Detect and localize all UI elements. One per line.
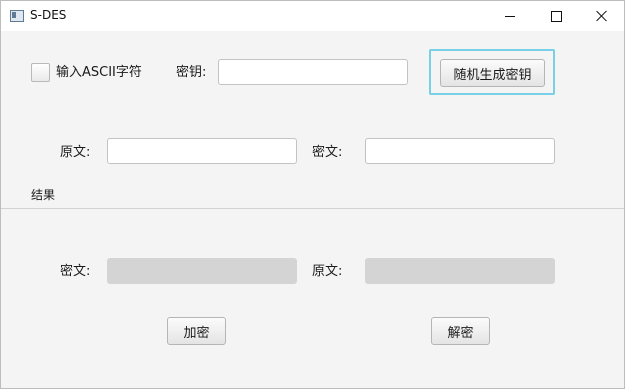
plaintext-input[interactable] bbox=[107, 138, 297, 164]
app-icon bbox=[10, 10, 24, 22]
app-window: S-DES 输入ASCII字符 密钥: 随机生成密钥 原文: 密文: 结果 密文… bbox=[0, 0, 625, 389]
minimize-icon bbox=[505, 15, 515, 17]
key-input[interactable] bbox=[218, 59, 408, 85]
title-bar[interactable]: S-DES bbox=[1, 1, 624, 31]
result-ciphertext-field bbox=[107, 258, 297, 284]
ascii-checkbox[interactable] bbox=[31, 63, 50, 82]
ascii-checkbox-label[interactable]: 输入ASCII字符 bbox=[56, 65, 142, 81]
generate-key-button[interactable]: 随机生成密钥 bbox=[440, 59, 545, 87]
close-button[interactable] bbox=[579, 1, 625, 31]
close-icon bbox=[596, 10, 608, 22]
result-plaintext-label: 原文: bbox=[312, 264, 343, 279]
ciphertext-label: 密文: bbox=[312, 145, 343, 160]
ciphertext-input[interactable] bbox=[365, 138, 555, 164]
encrypt-button[interactable]: 加密 bbox=[167, 317, 226, 345]
maximize-button[interactable] bbox=[533, 1, 579, 31]
result-plaintext-field bbox=[365, 258, 555, 284]
result-section-label: 结果 bbox=[31, 188, 56, 202]
window-title: S-DES bbox=[30, 8, 67, 22]
maximize-icon bbox=[550, 10, 562, 22]
minimize-button[interactable] bbox=[487, 1, 533, 31]
plaintext-label: 原文: bbox=[60, 145, 91, 160]
result-ciphertext-label: 密文: bbox=[60, 264, 91, 279]
key-label: 密钥: bbox=[176, 65, 207, 80]
section-divider bbox=[1, 208, 624, 209]
decrypt-button[interactable]: 解密 bbox=[431, 317, 490, 345]
